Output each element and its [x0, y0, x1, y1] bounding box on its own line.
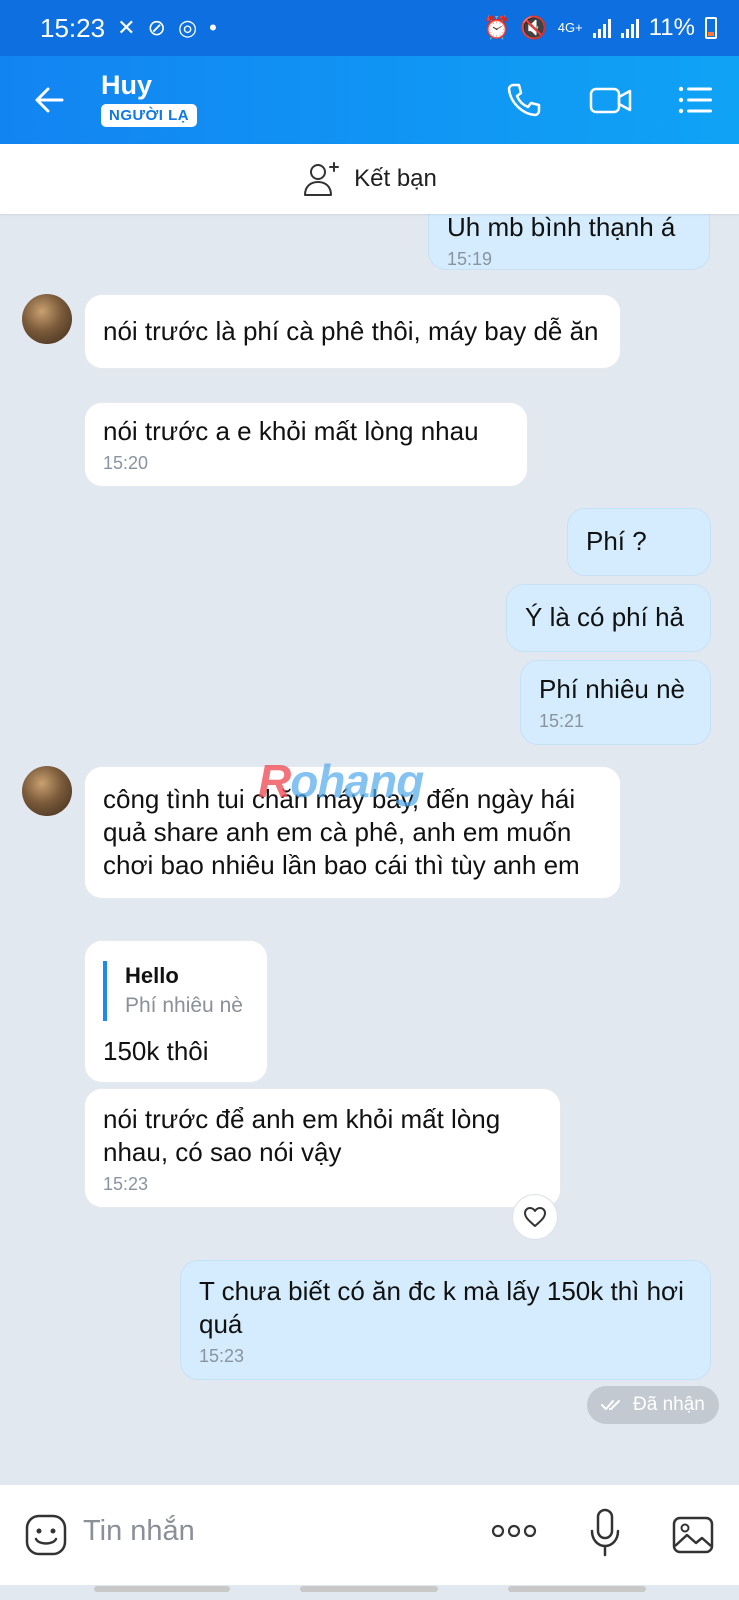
message-bubble-reply[interactable]: Hello Phí nhiêu nè 150k thôi [84, 940, 268, 1083]
sync-icon: ◎ [177, 15, 198, 40]
status-time: 15:23 [40, 12, 106, 43]
message-time: 15:19 [447, 249, 493, 269]
chat-header: Huy NGƯỜI LẠ [0, 56, 739, 144]
microphone-icon[interactable] [588, 1507, 622, 1559]
sticker-icon[interactable] [24, 1513, 68, 1557]
message-text: Phí nhiêu nè [539, 674, 686, 704]
avatar[interactable] [22, 766, 72, 816]
signal-icon-2 [620, 18, 639, 38]
heart-icon [524, 1207, 546, 1227]
status-bar: 15:23 ✕ ⊘ ◎ • ⏰ 🔇 4G+ 11% [0, 0, 739, 56]
nav-button-back[interactable] [508, 1586, 646, 1592]
network-type: 4G+ [557, 20, 583, 35]
message-bubble-incoming[interactable]: nói trước là phí cà phê thôi, máy bay dễ… [84, 294, 621, 369]
message-text: nói trước để anh em khỏi mất lòng nhau, … [103, 1104, 501, 1167]
message-bubble-outgoing[interactable]: Ý là có phí hả [506, 584, 711, 652]
message-text: Phí ? [586, 526, 647, 556]
message-text: Ý là có phí hả [525, 602, 684, 632]
nav-button-home[interactable] [300, 1586, 438, 1592]
message-time: 15:21 [539, 711, 585, 731]
more-icon[interactable] [490, 1521, 538, 1541]
add-friend-bar[interactable]: Kết bạn [0, 144, 739, 214]
battery-percent: 11% [648, 14, 695, 41]
message-text: 150k thôi [103, 1036, 209, 1066]
avatar[interactable] [22, 294, 72, 344]
mute-icon: 🔇 [520, 15, 548, 40]
nav-button-recent[interactable] [94, 1586, 230, 1592]
blocked-icon: ⊘ [147, 15, 166, 40]
signal-icon [592, 18, 611, 38]
message-bubble-outgoing[interactable]: T chưa biết có ăn đc k mà lấy 150k thì h… [180, 1260, 711, 1380]
message-text: nói trước a e khỏi mất lòng nhau [103, 416, 479, 446]
alarm-icon: ⏰ [482, 15, 511, 40]
message-bubble-outgoing[interactable]: Phí ? [567, 508, 711, 576]
message-time: 15:23 [199, 1346, 245, 1366]
message-bubble-outgoing[interactable]: Uh mb bình thạnh á 15:19 [428, 214, 710, 270]
image-icon[interactable] [671, 1513, 715, 1557]
dot-icon: • [209, 15, 217, 40]
add-friend-label: Kết bạn [354, 165, 437, 192]
menu-icon[interactable] [676, 80, 716, 120]
message-time: 15:23 [103, 1174, 149, 1194]
delivery-status-text: Đã nhận [633, 1394, 705, 1415]
message-time: 15:20 [103, 453, 149, 473]
message-text: Uh mb bình thạnh á [447, 214, 676, 242]
message-input[interactable]: Tin nhắn [83, 1515, 195, 1548]
missed-call-icon: ✕ [117, 15, 136, 40]
react-heart-button[interactable] [512, 1194, 558, 1240]
message-bubble-incoming[interactable]: nói trước a e khỏi mất lòng nhau 15:20 [84, 402, 528, 487]
watermark-logo: Rohang [258, 755, 424, 807]
double-check-icon [601, 1400, 620, 1410]
back-arrow-icon[interactable] [32, 82, 68, 118]
message-input-bar: Tin nhắn [0, 1484, 739, 1585]
stranger-badge: NGƯỜI LẠ [101, 104, 198, 127]
quoted-sender: Hello [125, 963, 179, 988]
delivery-status: Đã nhận [587, 1386, 719, 1424]
battery-icon [705, 17, 717, 39]
contact-name[interactable]: Huy [101, 70, 152, 101]
message-text: T chưa biết có ăn đc k mà lấy 150k thì h… [199, 1276, 684, 1339]
video-call-icon[interactable] [588, 80, 634, 120]
message-text: nói trước là phí cà phê thôi, máy bay dễ… [103, 316, 599, 346]
message-bubble-outgoing[interactable]: Phí nhiêu nè 15:21 [520, 660, 711, 745]
quoted-text: Phí nhiêu nè [125, 994, 243, 1017]
phone-icon[interactable] [504, 80, 544, 120]
message-bubble-incoming[interactable]: nói trước để anh em khỏi mất lòng nhau, … [84, 1088, 561, 1208]
add-friend-icon [304, 162, 340, 196]
quoted-message[interactable]: Hello Phí nhiêu nè [103, 961, 249, 1021]
chat-area[interactable]: Uh mb bình thạnh á 15:19 nói trước là ph… [0, 214, 739, 1484]
